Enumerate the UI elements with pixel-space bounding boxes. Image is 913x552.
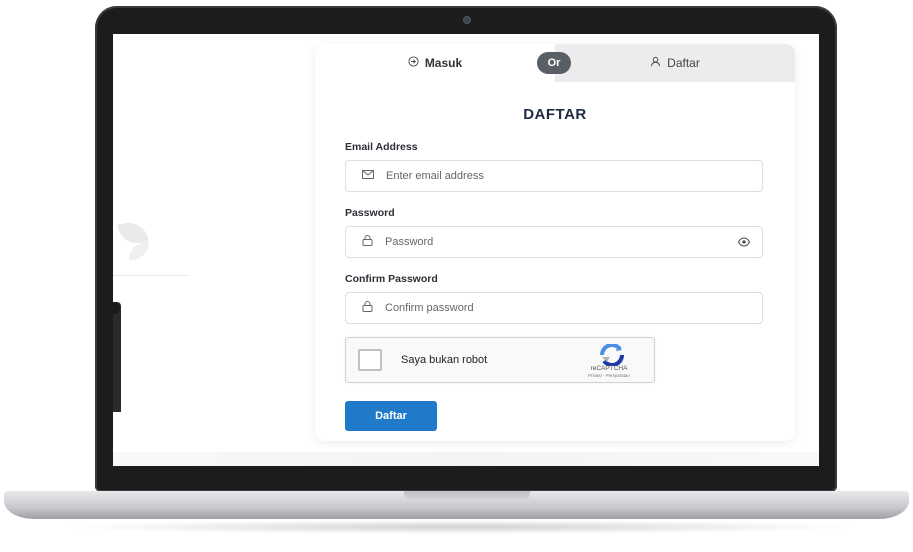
- tab-daftar-label: Daftar: [667, 56, 700, 70]
- recaptcha-logo-icon: [596, 343, 628, 367]
- recaptcha-checkbox[interactable]: [358, 349, 382, 371]
- user-icon: [650, 56, 661, 70]
- login-icon: [408, 56, 419, 70]
- recaptcha-links[interactable]: Privasi - Persyaratan: [566, 373, 652, 378]
- recaptcha-label: Saya bukan robot: [401, 354, 488, 366]
- tab-masuk[interactable]: Masuk: [315, 44, 555, 82]
- password-label: Password: [345, 207, 395, 219]
- recaptcha-brand: reCAPTCHA: [590, 365, 628, 372]
- lock-icon: [362, 235, 373, 249]
- person-illustration: [113, 302, 121, 412]
- daftar-button[interactable]: Daftar: [345, 401, 437, 431]
- mail-icon: [362, 170, 374, 182]
- tab-daftar[interactable]: Daftar: [555, 44, 795, 82]
- recaptcha-widget: Saya bukan robot reCAPTCHA Privasi - Per…: [345, 337, 655, 383]
- laptop-shadow: [60, 520, 860, 534]
- or-badge: Or: [537, 52, 571, 74]
- confirm-password-input[interactable]: [383, 301, 717, 315]
- webcam: [464, 17, 470, 23]
- eye-icon[interactable]: [737, 237, 751, 247]
- background-decoration: [113, 452, 819, 466]
- lock-icon: [362, 301, 373, 315]
- screen: Masuk Daftar Or DAFTAR Email Address Pas…: [113, 34, 819, 466]
- email-field-wrapper: [345, 160, 763, 192]
- email-input[interactable]: [384, 169, 718, 183]
- tab-masuk-label: Masuk: [424, 56, 463, 70]
- confirm-password-label: Confirm Password: [345, 273, 438, 285]
- register-card: Masuk Daftar Or DAFTAR Email Address Pas…: [315, 44, 795, 441]
- password-input[interactable]: [383, 235, 717, 249]
- email-label: Email Address: [345, 141, 418, 153]
- confirm-password-field-wrapper: [345, 292, 763, 324]
- plant-leaf-illustration: [129, 242, 149, 260]
- password-field-wrapper: [345, 226, 763, 258]
- laptop-notch: [404, 491, 530, 501]
- form-title: DAFTAR: [523, 106, 587, 123]
- illustration-ground-line: [113, 275, 189, 276]
